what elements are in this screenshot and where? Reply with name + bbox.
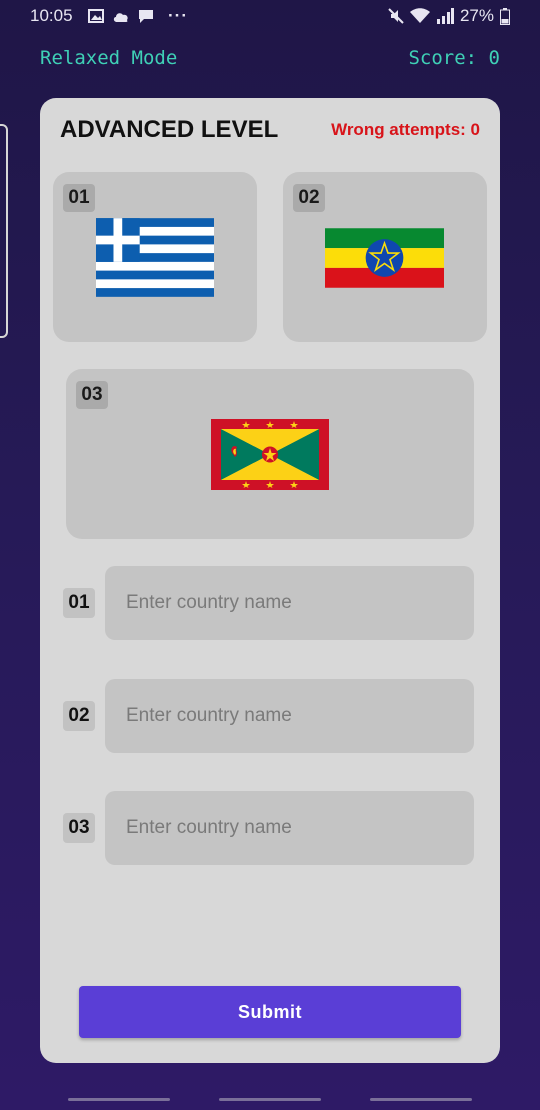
flag-card-3: 03 [66,369,474,539]
mode-label: Relaxed Mode [40,47,178,69]
flag-card-2: 02 [283,172,487,342]
answer-number-badge: 02 [63,701,95,731]
more-notifications-icon: ··· [168,6,188,25]
nav-back-button[interactable] [370,1098,472,1101]
status-left-icons: ··· [88,6,188,26]
status-right-icons: 27% [388,6,510,26]
status-bar: 10:05 ··· 27% [0,0,540,34]
flag-number-badge: 01 [63,184,95,212]
status-time: 10:05 [30,6,73,25]
answer-row-2: 02 [60,679,480,753]
quiz-card: ADVANCED LEVEL Wrong attempts: 0 01 02 0… [40,98,500,1063]
answer-number-badge: 01 [63,588,95,618]
message-icon [139,9,153,23]
nav-home-button[interactable] [219,1098,321,1101]
game-header: Relaxed Mode Score: 0 [0,44,540,74]
mute-icon [388,8,404,24]
signal-icon [436,8,454,24]
submit-button[interactable]: Submit [79,986,461,1038]
ethiopia-flag-icon [325,228,444,288]
level-title: ADVANCED LEVEL [60,116,279,143]
score-label: Score: 0 [408,47,500,69]
system-navigation-bar [0,1088,540,1110]
country-name-input-2[interactable] [105,679,474,753]
grenada-flag-icon [211,419,329,490]
answer-number-badge: 03 [63,813,95,843]
answer-row-3: 03 [60,791,480,865]
flag-number-badge: 02 [293,184,325,212]
battery-percent: 27% [459,6,494,25]
nav-recents-button[interactable] [68,1098,170,1101]
wrong-attempts-counter: Wrong attempts: 0 [331,120,480,139]
country-name-input-3[interactable] [105,791,474,865]
wifi-icon [409,8,430,23]
country-name-input-1[interactable] [105,566,474,640]
flag-number-badge: 03 [76,381,108,409]
image-icon [88,9,104,23]
edge-panel-handle[interactable] [0,124,8,338]
battery-icon [500,7,510,25]
flag-card-1: 01 [53,172,257,342]
answer-row-1: 01 [60,566,480,640]
greece-flag-icon [96,218,214,297]
cloud-icon [113,12,128,22]
